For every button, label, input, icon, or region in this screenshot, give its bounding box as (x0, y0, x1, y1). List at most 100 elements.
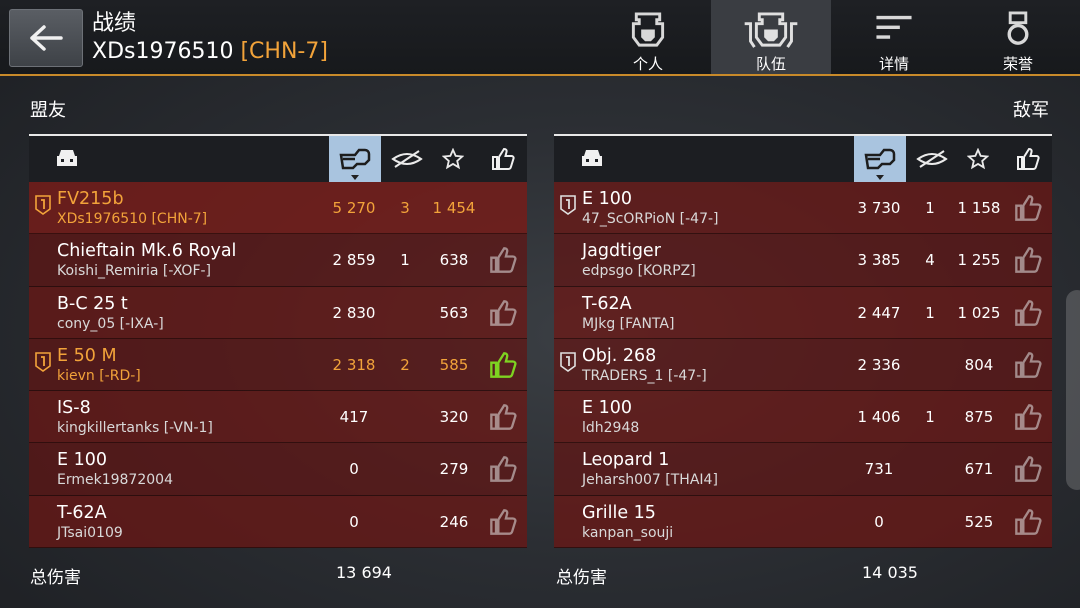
kills-value (910, 443, 950, 495)
damage-value: 5 270 (332, 199, 376, 217)
back-arrow-icon (30, 25, 63, 51)
player-name: kanpan_souji (582, 524, 674, 541)
player-name: Koishi_Remiria [-XOF-] (57, 263, 212, 280)
like-button-icon[interactable] (489, 455, 517, 483)
damage-value: 417 (339, 408, 369, 427)
player-name: kievn [-RD-] (57, 367, 141, 384)
table-row[interactable]: B-C 25 t cony_05 [-IXA-] 2 830 563 (29, 286, 527, 339)
thumbs-up-icon (1017, 147, 1040, 170)
enemies-sort-kills[interactable] (906, 136, 958, 182)
table-row[interactable]: E 100 47_ScORPioN [-47-] 3 730 1 1 158 (554, 182, 1052, 235)
enemies-total-label: 总伤害 (556, 568, 607, 588)
like-button-icon[interactable] (1014, 351, 1042, 379)
damage-value: 731 (864, 460, 894, 479)
like-button-icon[interactable] (1014, 246, 1042, 274)
like-button-icon[interactable] (1014, 455, 1042, 483)
kills-value (385, 443, 425, 495)
like-button-icon[interactable] (1014, 194, 1042, 222)
like-button-icon[interactable] (1014, 403, 1042, 431)
table-row[interactable]: E 100 Ermek19872004 0 279 (29, 443, 527, 496)
enemies-label: 敌军 (1013, 100, 1049, 121)
table-row[interactable]: Jagdtiger edpsgo [KORPZ] 3 385 4 1 255 (554, 234, 1052, 287)
enemies-total-damage: 14 035 (862, 563, 918, 582)
table-row[interactable]: Obj. 268 TRADERS_1 [-47-] 2 336 804 (554, 338, 1052, 392)
tab-honor-label: 荣誉 (1002, 55, 1033, 73)
xp-value: 638 (439, 251, 469, 270)
tank-name: B-C 25 t (57, 293, 128, 314)
tank-name: T-62A (582, 293, 632, 314)
table-row[interactable]: Leopard 1 Jeharsh007 [THAI4] 731 671 (554, 443, 1052, 496)
tank-icon (582, 150, 602, 166)
kills-value (910, 339, 950, 391)
damage-value: 0 (874, 512, 884, 531)
kills-value: 1 (925, 408, 935, 427)
enemies-sort-likes[interactable] (1002, 136, 1054, 182)
enemies-sort-tank[interactable] (566, 136, 618, 182)
kills-crossed-icon (916, 150, 948, 168)
table-row[interactable]: FV215b XDs1976510 [CHN-7] 5 270 3 1 454 (29, 182, 527, 235)
tank-name: Leopard 1 (582, 450, 670, 471)
xp-value: 875 (964, 408, 994, 427)
kills-crossed-icon (391, 150, 423, 168)
side-drawer-handle[interactable] (1066, 290, 1080, 490)
allies-sort-kills[interactable] (381, 136, 433, 182)
like-button-icon[interactable] (489, 299, 517, 327)
like-button-icon[interactable] (1014, 299, 1042, 327)
tank-icon (57, 150, 77, 166)
sort-caret-icon (351, 175, 359, 180)
like-button-icon[interactable] (1014, 508, 1042, 536)
like-button-icon[interactable] (489, 508, 517, 536)
allies-sort-likes[interactable] (477, 136, 529, 182)
table-row[interactable]: T-62A JTsai0109 0 246 (29, 495, 527, 549)
allies-sort-xp[interactable] (427, 136, 479, 182)
tank-name: T-62A (57, 502, 107, 523)
tab-details[interactable]: 详情 (834, 0, 954, 74)
tank-name: Obj. 268 (582, 345, 657, 366)
player-name: XDs1976510 (92, 39, 234, 64)
damage-value: 1 406 (857, 408, 901, 427)
star-icon (442, 148, 464, 170)
tank-name: E 100 (57, 450, 108, 471)
back-button[interactable] (9, 9, 83, 67)
table-row[interactable]: E 50 Mkievn [-RD-] 2 318 2 585 (29, 338, 527, 392)
damage-shell-icon (339, 148, 371, 170)
tab-honor[interactable]: 荣誉 (958, 0, 1078, 74)
rank-badge-icon (560, 352, 576, 372)
damage-value: 2 830 (332, 303, 376, 322)
kills-value: 1 (925, 303, 935, 322)
kills-value: 1 (925, 199, 935, 217)
rank-badge-icon (560, 195, 576, 215)
enemies-table-header (554, 134, 1052, 182)
personal-helmet-icon (631, 12, 665, 47)
kills-value (910, 496, 950, 548)
kills-value (385, 287, 425, 339)
tab-details-label: 详情 (878, 55, 909, 73)
enemies-sort-xp[interactable] (952, 136, 1004, 182)
enemies-sort-damage[interactable] (854, 136, 906, 182)
table-row[interactable]: Grille 15 kanpan_souji 0 525 (554, 495, 1052, 549)
tank-name: E 50 M (57, 345, 117, 366)
kills-value: 3 (400, 199, 410, 217)
like-button-icon[interactable] (489, 246, 517, 274)
allies-sort-tank[interactable] (41, 136, 93, 182)
player-name-line: XDs1976510 [CHN-7] (92, 38, 328, 66)
table-row[interactable]: IS-8 kingkillertanks [-VN-1] 417 320 (29, 391, 527, 444)
table-row[interactable]: T-62A MJkg [FANTA] 2 447 1 1 025 (554, 286, 1052, 339)
like-button-icon[interactable] (489, 403, 517, 431)
details-lines-icon (876, 15, 912, 39)
player-name: TRADERS_1 [-47-] (582, 367, 707, 384)
honor-medal-icon (1007, 11, 1029, 45)
player-name: Jeharsh007 [THAI4] (582, 472, 718, 489)
allies-sort-damage[interactable] (329, 136, 381, 182)
tab-team[interactable]: 队伍 (711, 0, 831, 74)
xp-value: 246 (439, 512, 469, 531)
like-button-icon[interactable] (489, 351, 517, 379)
kills-value: 4 (925, 251, 935, 270)
table-row[interactable]: E 100 ldh2948 1 406 1 875 (554, 391, 1052, 444)
tank-name: FV215b (57, 189, 124, 209)
damage-value: 2 859 (332, 251, 376, 270)
table-row[interactable]: Chieftain Mk.6 Royal Koishi_Remiria [-XOF… (29, 234, 527, 287)
tab-personal[interactable]: 个人 (588, 0, 708, 74)
player-name: JTsai0109 (57, 524, 123, 541)
damage-value: 2 318 (332, 355, 376, 374)
